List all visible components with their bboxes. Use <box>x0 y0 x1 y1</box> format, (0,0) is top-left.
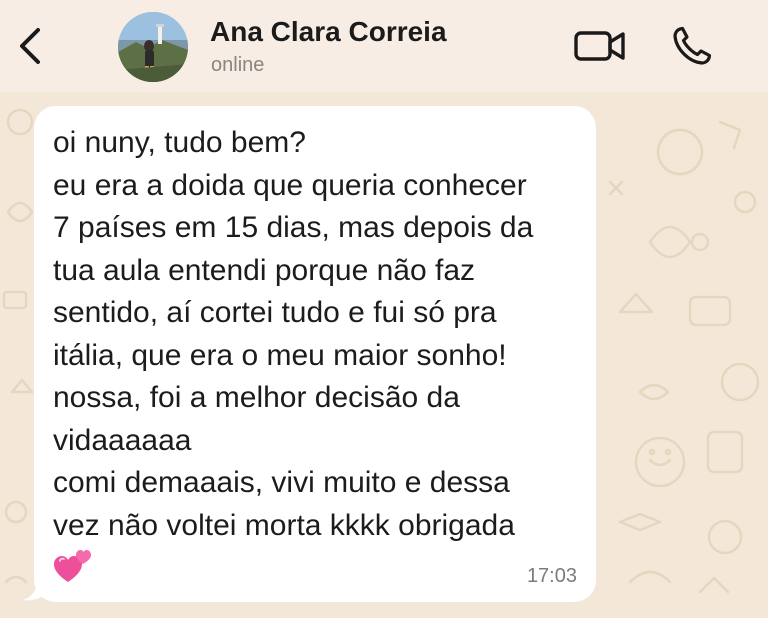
avatar[interactable] <box>118 12 188 82</box>
chevron-left-icon <box>20 28 40 64</box>
contact-status: online <box>211 54 265 76</box>
chat-header: Ana Clara Correia online <box>0 0 768 92</box>
message-line: tua aula entendi porque não faz <box>53 253 476 287</box>
message-bubble[interactable]: oi nuny, tudo bem? eu era a doida que qu… <box>34 106 596 602</box>
phone-icon <box>673 26 712 65</box>
message-line: vidaaaaaa <box>53 423 192 457</box>
message-line: 7 países em 15 dias, mas depois da <box>53 211 534 244</box>
back-button[interactable] <box>14 24 46 68</box>
contact-name[interactable]: Ana Clara Correia <box>210 16 447 48</box>
message-line: oi nuny, tudo bem? <box>53 126 306 159</box>
voice-call-button[interactable] <box>668 24 716 68</box>
message-line: nossa, foi a melhor decisão da <box>53 381 460 414</box>
message-timestamp: 17:03 <box>526 565 577 587</box>
two-hearts-emoji <box>54 550 91 582</box>
message-line: comi demaaais, vivi muito e dessa <box>53 466 510 499</box>
message-line: sentido, aí cortei tudo e fui só pra <box>53 296 497 329</box>
message-line: eu era a doida que queria conhecer <box>53 168 527 202</box>
message-line: vez não voltei morta kkkk obrigada <box>53 508 515 542</box>
video-call-button[interactable] <box>572 26 628 66</box>
video-camera-icon <box>574 31 625 61</box>
message-line: itália, que era o meu maior sonho! <box>53 338 507 372</box>
chat-area[interactable]: oi nuny, tudo bem? eu era a doida que qu… <box>0 92 768 618</box>
avatar-photo <box>118 12 188 82</box>
